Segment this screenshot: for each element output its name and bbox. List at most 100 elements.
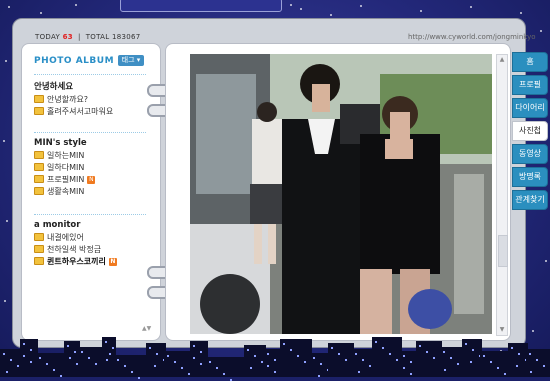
window-light — [267, 365, 269, 367]
window-light — [53, 369, 55, 371]
building — [114, 355, 148, 379]
star — [75, 4, 77, 6]
window-light — [200, 363, 202, 365]
window-light — [358, 371, 360, 373]
scrollbar-thumb[interactable] — [498, 235, 508, 267]
window-light — [46, 363, 48, 365]
window-light — [410, 361, 412, 363]
building — [310, 353, 330, 377]
menu-tab[interactable]: 관계찾기 — [512, 190, 548, 210]
window-light — [131, 371, 133, 373]
folder-item[interactable]: 천하일색 박정금 — [34, 244, 154, 256]
window-light — [30, 361, 32, 363]
folder-group-title[interactable]: MIN's style — [34, 138, 154, 148]
window-light — [67, 345, 69, 347]
folder-item[interactable]: 일하다MIN — [34, 162, 154, 174]
homepage-url[interactable]: http://www.cyworld.com/jongminkyo — [408, 33, 536, 41]
scroll-up-icon[interactable]: ▲ — [497, 55, 507, 65]
album-photo[interactable] — [190, 54, 492, 334]
window-light — [106, 359, 108, 361]
window-light — [355, 353, 357, 355]
window-light — [274, 359, 276, 361]
star — [6, 220, 8, 222]
folder-item-label: 내결에있어 — [47, 233, 84, 242]
menu-tab[interactable]: 홈 — [512, 52, 548, 72]
folder-item-label: 홀려주셔서고마워요 — [47, 107, 114, 116]
window-light — [6, 371, 8, 373]
star — [520, 12, 522, 14]
menu-tab[interactable]: 사진첩 — [512, 121, 548, 141]
tag-label: 태그 — [121, 56, 135, 64]
window-light — [345, 359, 347, 361]
window-light — [112, 347, 114, 349]
menu-tabs: 홈프로필다이어리사진첩동영상방명록관계찾기 — [512, 52, 548, 213]
window-light — [209, 361, 211, 363]
folder-icon — [34, 94, 44, 103]
menu-tab[interactable]: 다이어리 — [512, 98, 548, 118]
building — [416, 341, 442, 377]
window-light — [167, 355, 169, 357]
window-light — [247, 349, 249, 351]
window-light — [283, 343, 285, 345]
building — [36, 353, 66, 377]
folder-item[interactable]: 안녕할까요? — [34, 94, 154, 106]
menu-tab[interactable]: 프로필 — [512, 75, 548, 95]
window-light — [81, 351, 83, 353]
folder-item[interactable]: 프로필MIN N — [34, 174, 154, 186]
window-light — [382, 347, 384, 349]
scroll-down-icon[interactable]: ▼ — [497, 325, 507, 335]
folder-item[interactable]: 내결에있어 — [34, 232, 154, 244]
folder-group-title[interactable]: 안녕하세요 — [34, 80, 154, 92]
new-badge-icon: N — [87, 175, 96, 184]
photo-album-header: PHOTO ALBUM 태그 ▾ — [34, 55, 150, 66]
building — [280, 339, 312, 377]
window-light — [465, 343, 467, 345]
building — [526, 349, 550, 377]
window-light — [105, 341, 107, 343]
folder-item[interactable]: 홀려주셔서고마워요 — [34, 106, 154, 118]
folder-group-title[interactable]: a monitor — [34, 220, 154, 230]
window-light — [444, 369, 446, 371]
window-light — [297, 355, 299, 357]
window-light — [193, 357, 195, 359]
star — [8, 6, 10, 8]
menu-tab[interactable]: 동영상 — [512, 144, 548, 164]
photo-scrollbar[interactable]: ▲ ▼ — [496, 54, 508, 336]
folder-group: 안녕하세요안녕할까요? 홀려주셔서고마워요 — [34, 80, 154, 118]
building — [462, 339, 482, 377]
today-label: TODAY — [35, 33, 61, 41]
building — [244, 345, 266, 377]
folder-icon — [34, 150, 44, 159]
window-light — [193, 345, 195, 347]
window-light — [223, 373, 225, 375]
folder-item-label: 퀸트하우스코끼리 — [47, 257, 106, 266]
total-count: 183067 — [111, 33, 141, 41]
folder-item-label: 프로필MIN — [47, 175, 85, 184]
window-light — [181, 367, 183, 369]
folder-item[interactable]: 생활속MIN — [34, 186, 154, 198]
star — [420, 10, 422, 12]
folder-icon — [34, 162, 44, 171]
window-light — [369, 365, 371, 367]
window-light — [470, 361, 472, 363]
window-light — [39, 357, 41, 359]
new-badge-icon: N — [108, 257, 117, 266]
scroll-arrows-icon[interactable]: ▲▼ — [142, 325, 151, 332]
window-light — [450, 357, 452, 359]
window-light — [23, 355, 25, 357]
star — [360, 5, 362, 7]
visit-counter: TODAY 63 | TOTAL 183067 — [35, 33, 141, 41]
tag-dropdown-button[interactable]: 태그 ▾ — [118, 55, 144, 66]
folder-item[interactable]: 일하는MIN — [34, 150, 154, 162]
window-light — [74, 351, 76, 353]
today-count: 63 — [62, 33, 73, 41]
menu-tab[interactable]: 방명록 — [512, 167, 548, 187]
star — [40, 12, 42, 14]
star — [4, 300, 6, 302]
building — [328, 343, 354, 377]
window-light — [10, 359, 12, 361]
window-light — [320, 363, 322, 365]
window-light — [536, 359, 538, 361]
folder-item[interactable]: 퀸트하우스코끼리 N — [34, 256, 154, 268]
star — [5, 60, 7, 62]
